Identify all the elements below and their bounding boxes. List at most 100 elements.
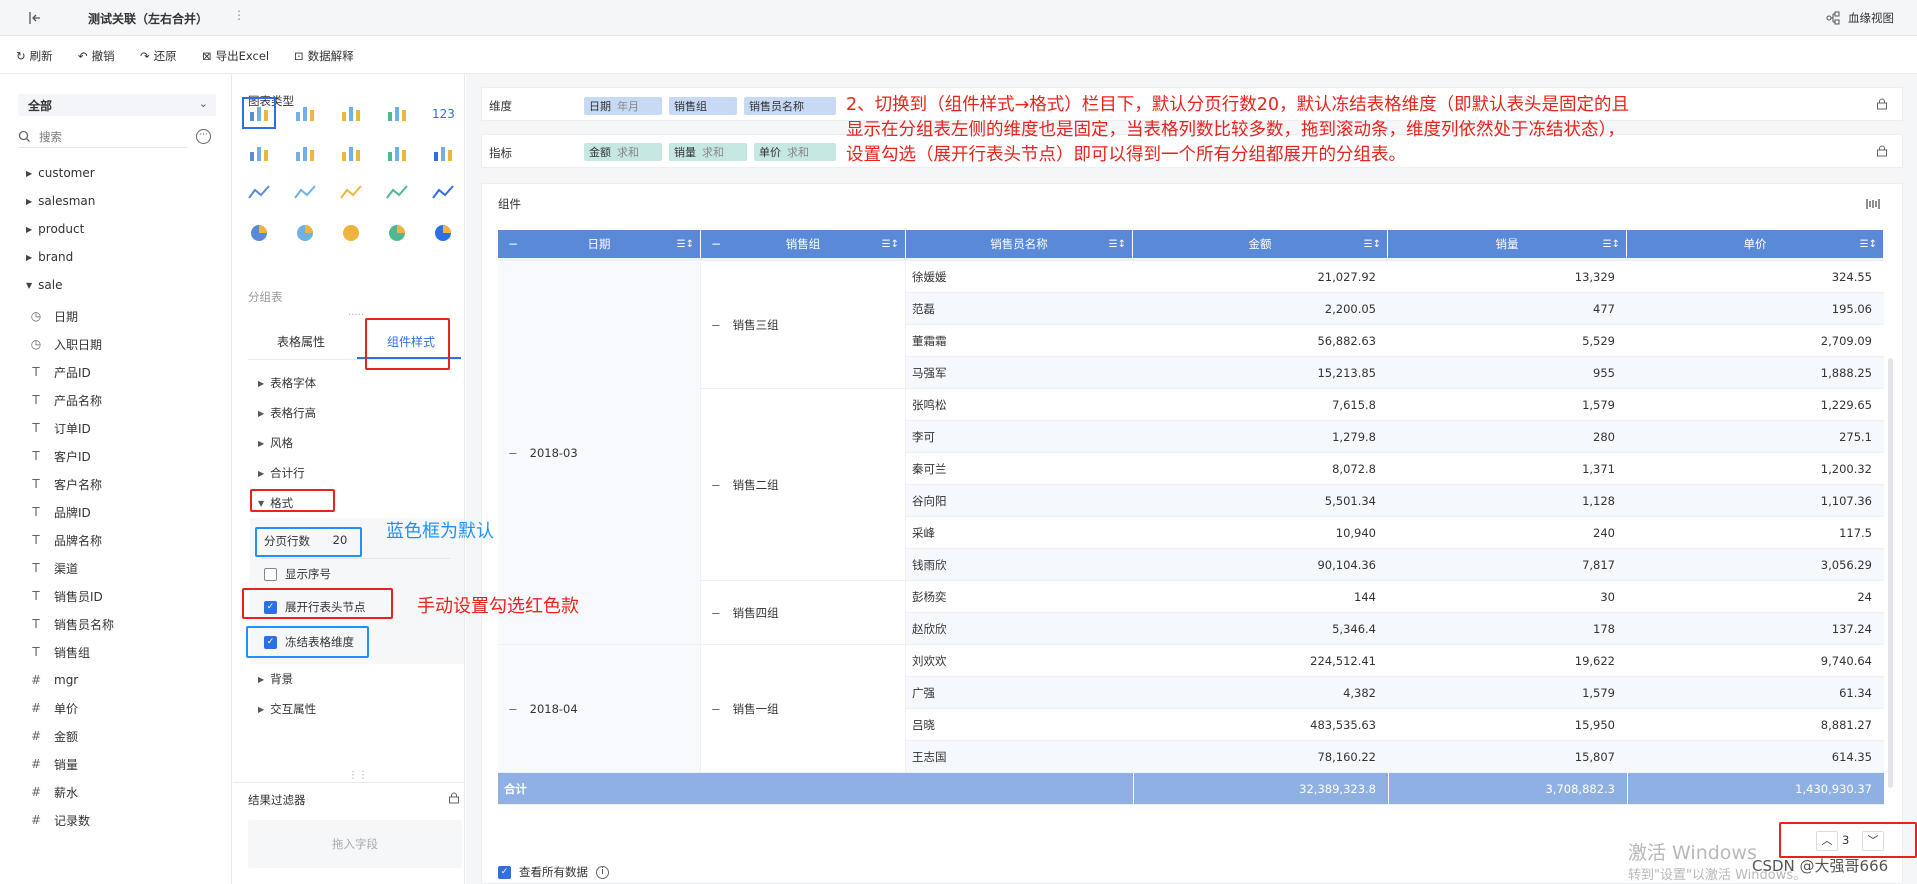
- collapse-icon[interactable]: −: [508, 237, 518, 251]
- field-item[interactable]: ◷ 日期: [28, 306, 78, 326]
- field-item[interactable]: T 销售员ID: [28, 586, 102, 606]
- show-index-checkbox[interactable]: 显示序号: [264, 566, 331, 582]
- dim-pill-sales-group[interactable]: 销售组: [669, 97, 737, 115]
- multi-column-icon[interactable]: [293, 142, 317, 164]
- table-header-1[interactable]: 销售组 ☰↕ −: [701, 230, 906, 258]
- field-item[interactable]: T 销售组: [28, 642, 90, 662]
- more-icon[interactable]: ⋮: [233, 8, 245, 22]
- field-item[interactable]: ◷ 入职日期: [28, 334, 102, 354]
- field-item[interactable]: T 品牌ID: [28, 502, 90, 522]
- metric-lock-icon[interactable]: [1876, 145, 1888, 157]
- collapse-icon[interactable]: −: [711, 478, 721, 492]
- lineage-button[interactable]: 血缘视图: [1848, 10, 1894, 26]
- section-total-row[interactable]: ▶ 合计行: [258, 465, 305, 481]
- field-item[interactable]: T 客户ID: [28, 446, 90, 466]
- filter-resize-handle[interactable]: ⋮⋮: [348, 770, 368, 781]
- metric-pill-amount[interactable]: 金额 求和: [584, 143, 662, 161]
- radar-icon[interactable]: [339, 182, 363, 204]
- filter-lock-icon[interactable]: [448, 792, 460, 804]
- stacked-bar-icon[interactable]: [247, 142, 271, 164]
- field-item[interactable]: T 产品ID: [28, 362, 90, 382]
- card-icon[interactable]: [385, 102, 409, 124]
- collapse-icon[interactable]: −: [711, 702, 721, 716]
- section-table-font[interactable]: ▶ 表格字体: [258, 375, 316, 391]
- collapse-icon[interactable]: −: [508, 702, 518, 716]
- kpi-number-icon[interactable]: 123: [431, 102, 455, 124]
- table-header-2[interactable]: 销售员名称 ☰↕: [906, 230, 1133, 258]
- gauge-icon[interactable]: [431, 182, 455, 204]
- scatter-icon[interactable]: [385, 222, 409, 244]
- field-item[interactable]: # 薪水: [28, 782, 78, 802]
- table-header-5[interactable]: 单价 ☰↕: [1627, 230, 1884, 258]
- collapse-icon[interactable]: −: [711, 318, 721, 332]
- sort-icon[interactable]: ☰↕: [677, 239, 694, 250]
- dimension-lock-icon[interactable]: [1876, 98, 1888, 110]
- table-header-3[interactable]: 金额 ☰↕: [1133, 230, 1388, 258]
- field-item[interactable]: T 产品名称: [28, 390, 102, 410]
- sort-icon[interactable]: ☰↕: [882, 239, 899, 250]
- view-all-checkbox[interactable]: ✓ 查看所有数据 i: [498, 864, 609, 880]
- table-header-4[interactable]: 销量 ☰↕: [1388, 230, 1627, 258]
- table-header-0[interactable]: 日期 ☰↕ −: [498, 230, 701, 258]
- filter-drop-zone[interactable]: 拖入字段: [248, 820, 462, 868]
- bubble-icon[interactable]: [431, 222, 455, 244]
- refresh-button[interactable]: ↻ 刷新: [16, 48, 53, 64]
- field-item[interactable]: T 渠道: [28, 558, 78, 578]
- sort-icon[interactable]: ☰↕: [1364, 239, 1381, 250]
- field-item[interactable]: # mgr: [28, 670, 78, 690]
- section-background[interactable]: ▶ 背景: [258, 671, 293, 687]
- table-node-customer[interactable]: ▶ customer: [26, 166, 95, 180]
- sort-icon[interactable]: ☰↕: [1109, 239, 1126, 250]
- detail-table-icon[interactable]: [339, 102, 363, 124]
- ring-chart-icon[interactable]: [293, 222, 317, 244]
- bar-chart-icon[interactable]: [385, 142, 409, 164]
- area-chart-icon[interactable]: [385, 182, 409, 204]
- chart-settings-icon[interactable]: [1866, 197, 1880, 211]
- section-interaction[interactable]: ▶ 交互属性: [258, 701, 316, 717]
- sort-icon[interactable]: ☰↕: [1603, 239, 1620, 250]
- metric-pill-price[interactable]: 单价 求和: [754, 143, 836, 161]
- cross-table-icon[interactable]: [293, 102, 317, 124]
- more-options-icon[interactable]: ···: [196, 129, 211, 144]
- table-scrollbar[interactable]: [1888, 358, 1893, 788]
- field-item[interactable]: # 单价: [28, 698, 78, 718]
- column-chart-icon[interactable]: [339, 142, 363, 164]
- collapse-icon[interactable]: −: [711, 606, 721, 620]
- search-input[interactable]: [39, 129, 179, 144]
- section-style[interactable]: ▶ 风格: [258, 435, 293, 451]
- field-item[interactable]: T 销售员名称: [28, 614, 114, 634]
- field-item[interactable]: # 记录数: [28, 810, 90, 830]
- grouped-column-icon[interactable]: [431, 142, 455, 164]
- redo-button[interactable]: ↷ 还原: [140, 48, 177, 64]
- field-item[interactable]: T 品牌名称: [28, 530, 102, 550]
- collapse-icon[interactable]: −: [508, 446, 518, 460]
- field-item[interactable]: T 订单ID: [28, 418, 90, 438]
- dim-pill-salesman-name[interactable]: 销售员名称: [744, 97, 836, 115]
- field-item[interactable]: T 客户名称: [28, 474, 102, 494]
- section-row-height[interactable]: ▶ 表格行高: [258, 405, 316, 421]
- combo-chart-icon[interactable]: [293, 182, 317, 204]
- scope-select[interactable]: 全部 ⌄: [18, 94, 216, 116]
- tab-table-properties[interactable]: 表格属性: [277, 333, 325, 350]
- undo-button[interactable]: ↶ 撤销: [78, 48, 115, 64]
- dim-pill-date[interactable]: 日期 年月: [584, 97, 662, 115]
- pie-chart-icon[interactable]: [247, 222, 271, 244]
- sort-icon[interactable]: ☰↕: [1860, 239, 1877, 250]
- search-box[interactable]: [18, 126, 188, 148]
- table-node-sale[interactable]: ▼ sale: [26, 278, 62, 292]
- group-table-icon[interactable]: [242, 97, 276, 129]
- lineage-icon[interactable]: [1826, 11, 1840, 25]
- field-item[interactable]: # 金额: [28, 726, 78, 746]
- field-item[interactable]: # 销量: [28, 754, 78, 774]
- line-chart-icon[interactable]: [247, 182, 271, 204]
- funnel-icon[interactable]: [339, 222, 363, 244]
- table-node-product[interactable]: ▶ product: [26, 222, 84, 236]
- metric-pill-quantity[interactable]: 销量 求和: [669, 143, 747, 161]
- export-excel-button[interactable]: ⊠ 导出Excel: [202, 48, 269, 64]
- interpret-button[interactable]: ⊡ 数据解释: [294, 48, 354, 64]
- divider-handle[interactable]: ·····: [348, 310, 364, 321]
- back-icon[interactable]: [28, 11, 42, 25]
- collapse-icon[interactable]: −: [711, 237, 721, 251]
- info-icon[interactable]: i: [596, 865, 609, 879]
- table-node-salesman[interactable]: ▶ salesman: [26, 194, 95, 208]
